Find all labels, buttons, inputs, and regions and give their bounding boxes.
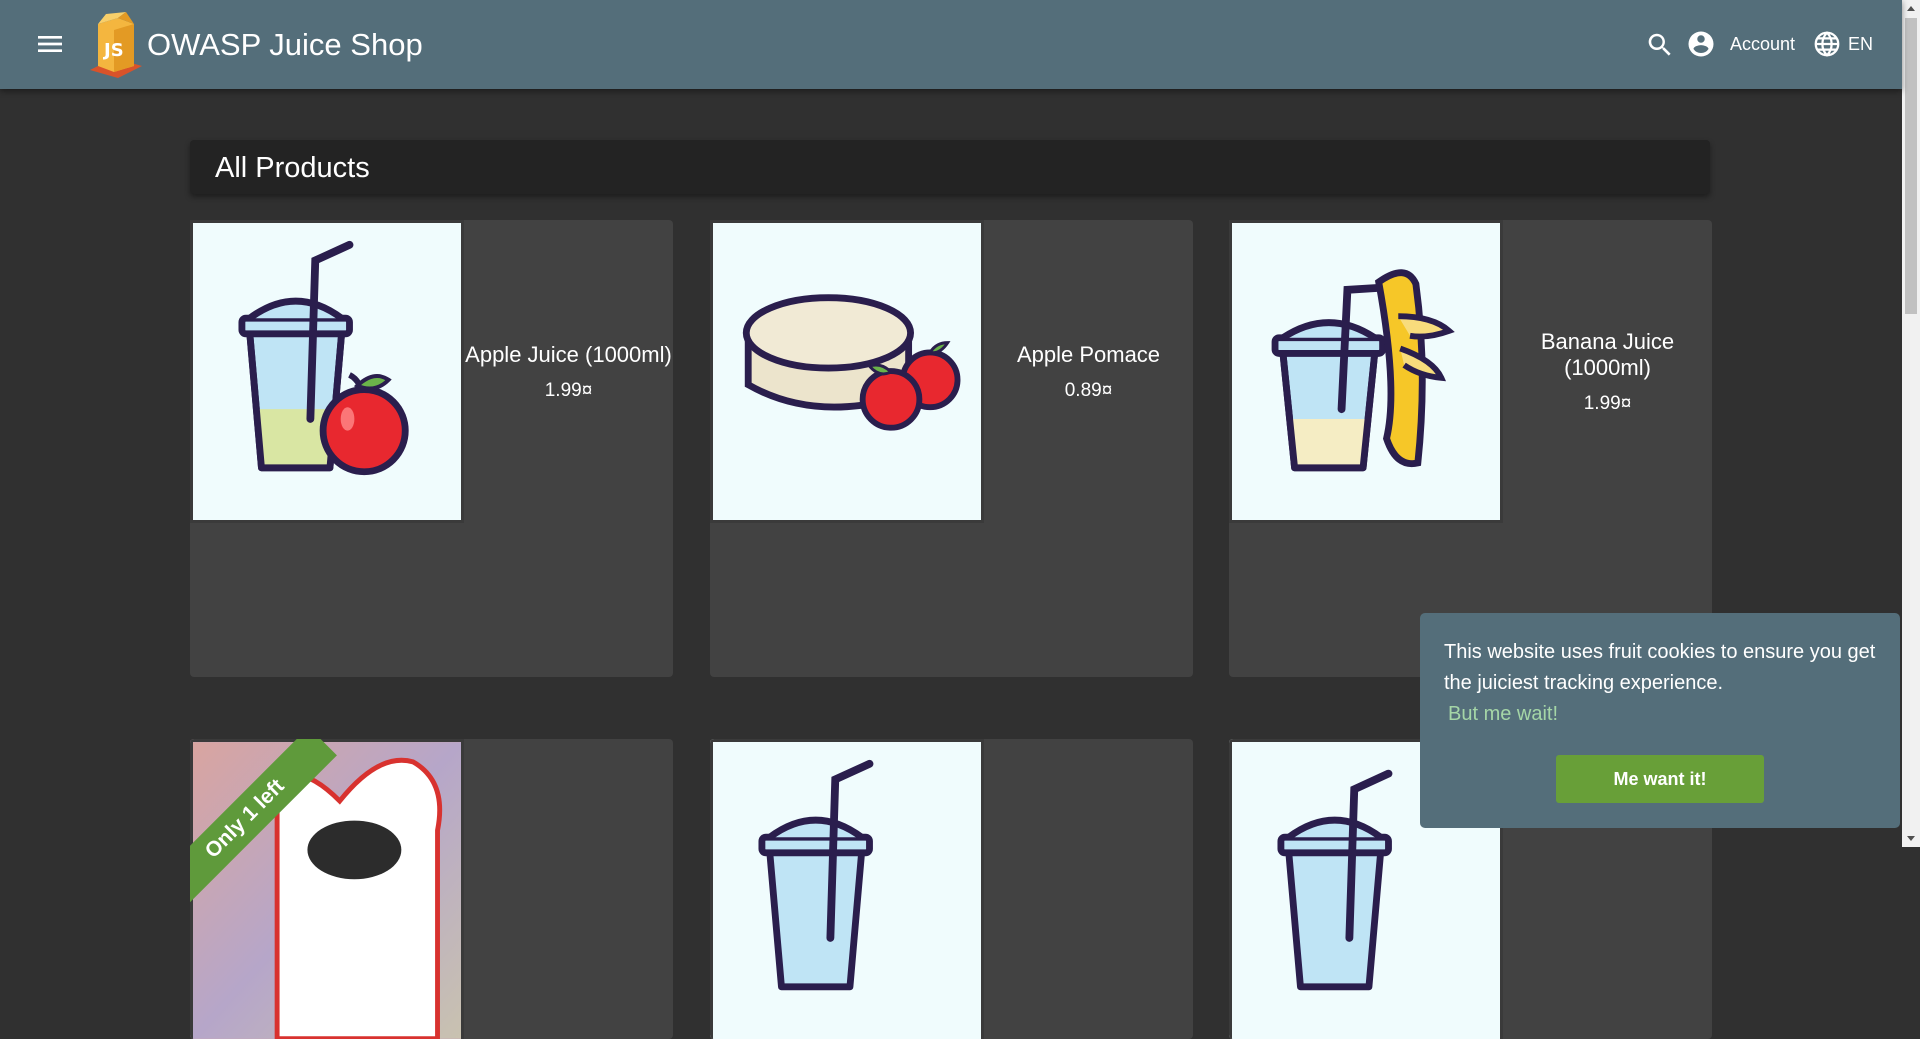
cookie-dismiss-link[interactable]: But me wait! [1448,703,1558,726]
product-card-apple-pomace[interactable]: Apple Pomace 0.89¤ [710,220,1193,677]
product-card-row2-1[interactable]: Only 1 left [190,739,673,1039]
product-price: 0.89¤ [1064,379,1113,401]
product-info: Apple Juice (1000ml) 1.99¤ [464,220,673,523]
product-card-row2-2[interactable] [710,739,1193,1039]
account-label: Account [1730,33,1796,54]
product-photo-image [193,742,461,1039]
svg-text:JS: JS [102,40,124,61]
product-name: Apple Juice (1000ml) [465,341,672,367]
product-image [710,739,984,1039]
products-heading-card: All Products [190,140,1710,194]
product-info: Banana Juice (1000ml) 1.99¤ [1503,220,1712,523]
product-name: Apple Pomace [1016,341,1161,367]
juice-cup-image [713,742,981,1039]
cookie-message: This website uses fruit cookies to ensur… [1444,641,1876,694]
apple-juice-image [193,223,461,520]
juice-shop-logo[interactable]: JS [84,10,148,78]
scroll-up-arrow-icon[interactable] [1902,0,1920,17]
globe-icon [1814,31,1840,57]
accept-cookies-button[interactable]: Me want it! [1556,755,1764,803]
cookie-consent-banner: This website uses fruit cookies to ensur… [1420,613,1900,828]
apple-pomace-image [713,223,981,520]
product-name: Banana Juice (1000ml) [1540,328,1675,380]
account-button[interactable]: Account [1686,27,1795,61]
search-icon[interactable] [1645,30,1675,60]
product-card-apple-juice[interactable]: Apple Juice (1000ml) 1.99¤ [190,220,673,677]
page-scrollbar[interactable] [1902,0,1920,847]
product-image [710,220,984,523]
product-image [190,220,464,523]
scroll-down-arrow-icon[interactable] [1902,830,1920,847]
app-title[interactable]: OWASP Juice Shop [147,27,423,63]
page-title: All Products [215,152,370,184]
product-price: 1.99¤ [544,379,593,401]
scrollbar-thumb[interactable] [1905,18,1917,314]
language-button[interactable]: EN [1812,27,1873,61]
product-card-banana-juice[interactable]: Banana Juice (1000ml) 1.99¤ [1229,220,1712,677]
top-toolbar: JS OWASP Juice Shop Account EN [0,0,1902,89]
product-info: Apple Pomace 0.89¤ [984,220,1193,523]
account-circle-icon [1688,31,1714,57]
menu-icon[interactable] [34,28,66,60]
banana-juice-image [1232,223,1500,520]
product-image [1229,220,1503,523]
language-label: EN [1848,33,1874,54]
product-price: 1.99¤ [1583,392,1632,414]
product-image [190,739,464,1039]
